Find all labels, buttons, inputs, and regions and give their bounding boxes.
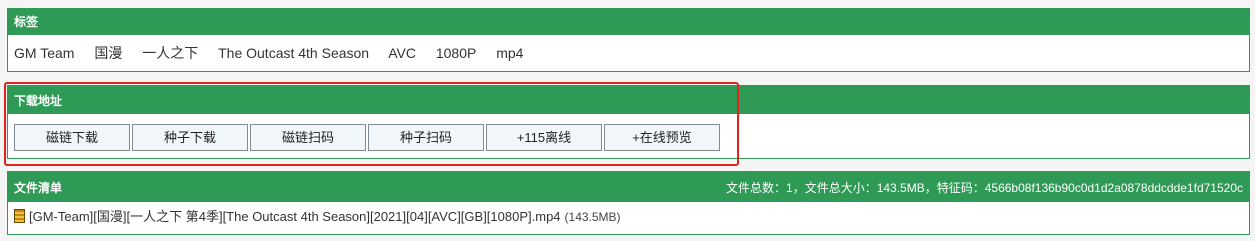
tag-item[interactable]: 1080P [436, 45, 476, 61]
file-row[interactable]: [GM-Team][国漫][一人之下 第4季][The Outcast 4th … [14, 202, 1243, 232]
files-title: 文件清单 [14, 181, 63, 195]
files-header: 文件清单 文件总数：1，文件总大小：143.5MB，特征码：4566b08f13… [8, 172, 1249, 202]
tag-item[interactable]: AVC [388, 45, 416, 61]
tags-panel: 标签 GM Team 国漫 一人之下 The Outcast 4th Seaso… [7, 8, 1250, 72]
tag-item[interactable]: The Outcast 4th Season [218, 45, 369, 61]
file-name: [GM-Team][国漫][一人之下 第4季][The Outcast 4th … [29, 209, 561, 224]
files-summary: 文件总数：1，文件总大小：143.5MB，特征码：4566b08f136b90c… [726, 181, 1243, 195]
highlight-box [4, 82, 739, 166]
tags-title: 标签 [8, 9, 1249, 35]
tags-list: GM Team 国漫 一人之下 The Outcast 4th Season A… [8, 35, 1249, 71]
tag-item[interactable]: 一人之下 [142, 45, 198, 61]
film-icon [14, 209, 25, 223]
file-size: (143.5MB) [564, 210, 621, 224]
files-panel: 文件清单 文件总数：1，文件总大小：143.5MB，特征码：4566b08f13… [7, 171, 1250, 235]
tag-item[interactable]: GM Team [14, 45, 74, 61]
file-list: [GM-Team][国漫][一人之下 第4季][The Outcast 4th … [8, 202, 1249, 232]
tag-item[interactable]: mp4 [496, 45, 523, 61]
tag-item[interactable]: 国漫 [94, 45, 122, 61]
